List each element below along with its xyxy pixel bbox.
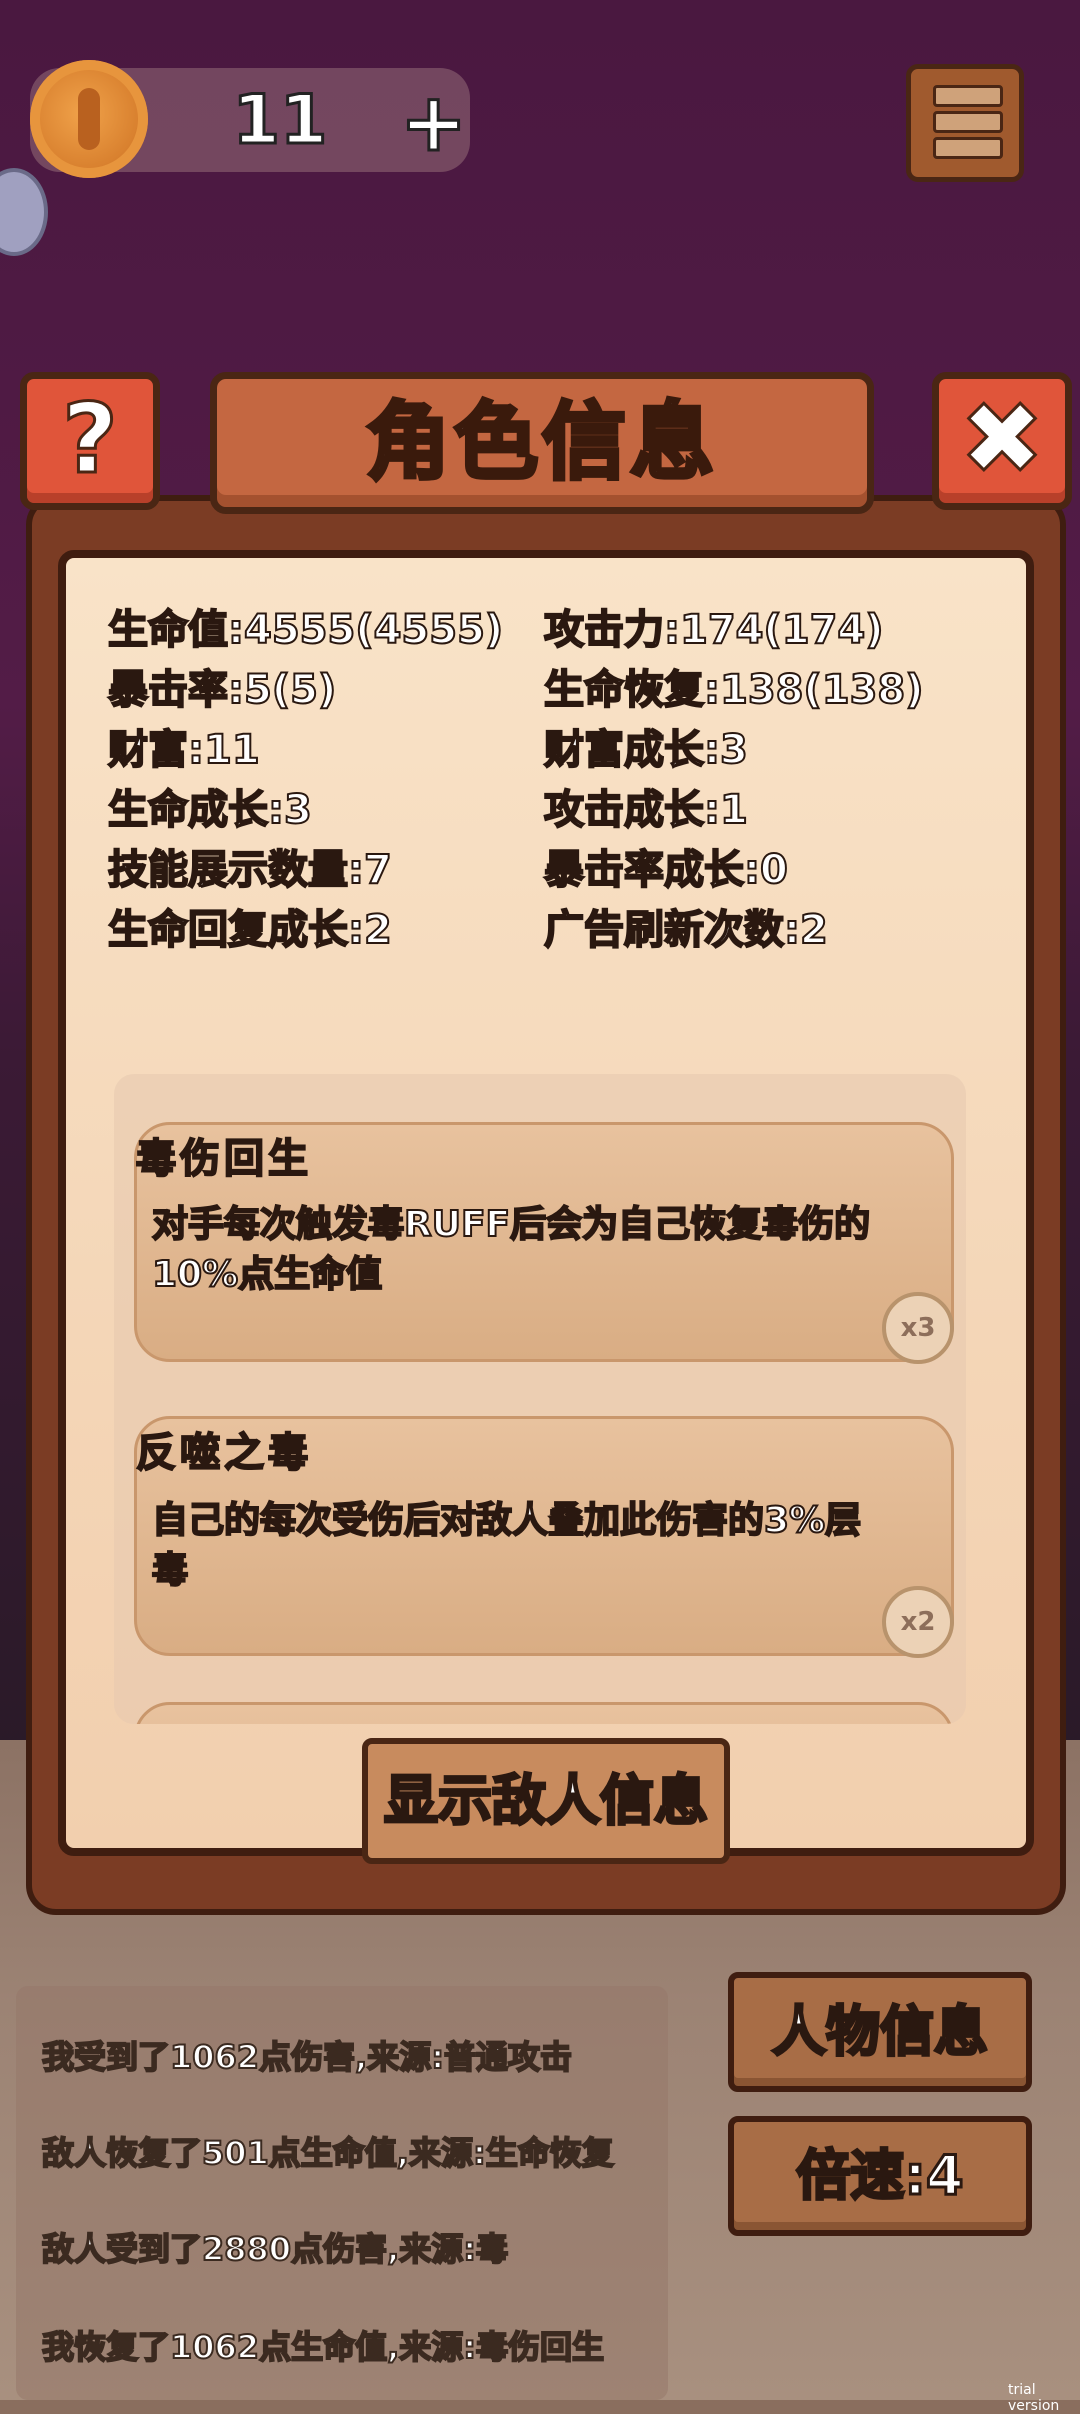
log-line: 我受到了1062点伤害,来源:普通攻击 [41,2037,573,2077]
skill-multiplier-badge: x2 [882,1586,954,1658]
skill-name: 毒伤回生 [135,1135,312,1183]
stat-attack-growth: 攻击成长:1 [543,786,749,834]
stat-hp: 生命值:4555(4555) [107,606,504,654]
stat-row: 生命成长:3 攻击成长:1 [107,780,968,840]
stats-grid: 生命值:4555(4555) 攻击力:174(174) 暴击率:5(5) 生命恢… [107,600,968,960]
menu-bar-icon [933,85,1003,107]
stat-attack: 攻击力:174(174) [543,606,885,654]
stat-wealth: 财富:11 [107,726,261,774]
stat-row: 生命值:4555(4555) 攻击力:174(174) [107,600,968,660]
stat-row: 技能展示数量:7 暴击率成长:0 [107,840,968,900]
watermark: trial version [1008,2382,1060,2414]
character-info-button[interactable]: 人物信息 [728,1972,1032,2092]
skill-card-partial [134,1702,954,1724]
log-line: 敌人恢复了501点生命值,来源:生命恢复 [41,2133,615,2173]
skill-description: 对手每次触发毒RUFF后会为自己恢复毒伤的10%点生命值 [151,1203,871,1296]
speed-button[interactable]: 倍速:4 [728,2116,1032,2236]
skill-description: 自己的每次受伤后对敌人叠加此伤害的3%层毒 [151,1499,862,1592]
add-coins-button[interactable]: + [399,76,470,169]
stat-row: 暴击率:5(5) 生命恢复:138(138) [107,660,968,720]
show-enemy-info-button[interactable]: 显示敌人信息 [362,1738,730,1864]
menu-bar-icon [933,111,1003,133]
stat-crit-rate: 暴击率:5(5) [107,666,337,714]
panel-title: 角色信息 [364,391,718,493]
stat-hp-regen: 生命恢复:138(138) [543,666,925,714]
menu-button[interactable] [906,64,1024,182]
stat-ad-refresh-count: 广告刷新次数:2 [543,906,829,954]
close-button[interactable]: ✖ [932,372,1072,510]
stat-skill-display-count: 技能展示数量:7 [107,846,393,894]
coin-icon [30,60,148,178]
skill-name: 反噬之毒 [135,1429,312,1477]
stat-wealth-growth: 财富成长:3 [543,726,749,774]
stat-regen-growth: 生命回复成长:2 [107,906,393,954]
stat-row: 财富:11 财富成长:3 [107,720,968,780]
stat-hp-growth: 生命成长:3 [107,786,313,834]
stat-crit-growth: 暴击率成长:0 [543,846,789,894]
log-line: 敌人受到了2880点伤害,来源:毒 [41,2229,509,2269]
menu-bar-icon [933,137,1003,159]
coin-count: 11 [231,80,329,162]
help-button[interactable]: ? [20,372,160,510]
log-line: 我恢复了1062点生命值,来源:毒伤回生 [41,2327,605,2367]
skill-multiplier-badge: x3 [882,1292,954,1364]
stat-row: 生命回复成长:2 广告刷新次数:2 [107,900,968,960]
